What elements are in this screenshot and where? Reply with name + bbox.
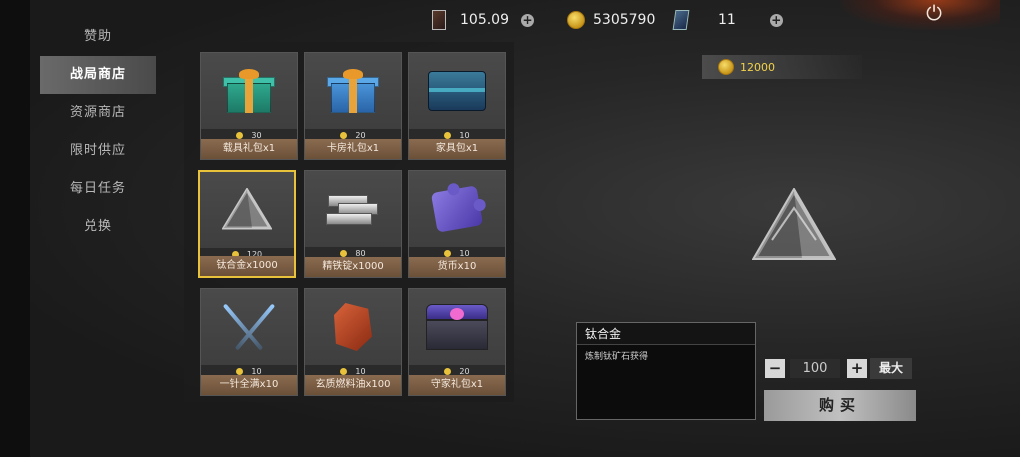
iron-ingot-icon	[324, 191, 382, 227]
left-edge-shadow	[0, 0, 30, 457]
ticket-icon	[672, 10, 690, 30]
shop-item[interactable]: 30 载具礼包x1	[200, 52, 298, 160]
top-right-glow	[840, 0, 1000, 30]
titanium-pyramid-icon	[222, 188, 272, 230]
item-name: 玄质燃料油x100	[305, 375, 401, 395]
decrease-quantity-button[interactable]: −	[765, 359, 785, 378]
sidebar-item-limited-supply[interactable]: 限时供应	[40, 132, 156, 170]
shop-item[interactable]: 20 卡房礼包x1	[304, 52, 402, 160]
card-icon	[432, 10, 446, 30]
shop-item[interactable]: 10 玄质燃料油x100	[304, 288, 402, 396]
increase-quantity-button[interactable]: +	[847, 359, 867, 378]
add-ticket-button[interactable]: +	[769, 13, 783, 27]
fuel-crystal-icon	[334, 303, 372, 351]
syringe-icon	[219, 302, 279, 352]
sidebar-item-battle-shop[interactable]: 战局商店	[40, 56, 156, 94]
max-quantity-button[interactable]: 最大	[870, 358, 912, 379]
coin-icon	[340, 131, 348, 139]
shop-item[interactable]: 10 货币x10	[408, 170, 506, 278]
quantity-field[interactable]: 100	[790, 359, 840, 378]
buy-button[interactable]: 购买	[764, 390, 916, 421]
coin-icon	[444, 131, 452, 139]
total-price-value: 12000	[740, 60, 775, 74]
guard-chest-icon	[426, 304, 488, 350]
sidebar-item-resource-shop[interactable]: 资源商店	[40, 94, 156, 132]
ticket-currency-value: 11	[718, 12, 736, 28]
coin-icon	[567, 11, 585, 29]
power-icon[interactable]: ⏻	[922, 2, 946, 24]
coin-currency: 5305790	[567, 8, 655, 32]
teal-gift-box-icon	[223, 69, 275, 113]
shop-item[interactable]: 10 家具包x1	[408, 52, 506, 160]
item-name: 卡房礼包x1	[305, 139, 401, 159]
coin-currency-value: 5305790	[593, 12, 656, 28]
item-name: 家具包x1	[409, 139, 505, 159]
coin-icon	[444, 367, 452, 375]
coin-icon	[444, 249, 452, 257]
shop-item-selected[interactable]: 120 钛合金x1000	[198, 170, 296, 278]
item-description-panel: 钛合金 炼制钛矿石获得	[576, 322, 756, 420]
coin-icon	[236, 367, 244, 375]
sidebar-item-daily-tasks[interactable]: 每日任务	[40, 170, 156, 208]
coin-icon	[236, 131, 244, 139]
shop-item[interactable]: 20 守家礼包x1	[408, 288, 506, 396]
card-currency-value: 105.09	[460, 12, 509, 28]
total-price: 12000	[702, 55, 862, 79]
sidebar-item-sponsor[interactable]: 赞助	[40, 18, 156, 56]
item-name: 钛合金x1000	[200, 256, 294, 276]
shop-item[interactable]: 10 一针全满x10	[200, 288, 298, 396]
coin-icon	[340, 249, 348, 257]
shop-grid: 30 载具礼包x1 20 卡房礼包x1 10 家具包x1 120 钛合金x100…	[184, 42, 514, 402]
blue-gift-box-icon	[327, 69, 379, 113]
item-name: 货币x10	[409, 257, 505, 277]
item-name: 精铁锭x1000	[305, 257, 401, 277]
coin-icon	[718, 59, 734, 75]
coin-icon	[340, 367, 348, 375]
item-description: 炼制钛矿石获得	[585, 352, 649, 362]
item-name: 守家礼包x1	[409, 375, 505, 395]
card-currency: 105.09 +	[432, 8, 534, 32]
ticket-currency: 11 +	[672, 8, 783, 32]
add-card-button[interactable]: +	[521, 13, 534, 27]
furniture-chest-icon	[428, 71, 486, 111]
item-name: 载具礼包x1	[201, 139, 297, 159]
titanium-pyramid-preview-icon	[752, 188, 836, 260]
sidebar-item-exchange[interactable]: 兑换	[40, 208, 156, 246]
item-title: 钛合金	[577, 323, 755, 345]
shop-item[interactable]: 80 精铁锭x1000	[304, 170, 402, 278]
shop-sidebar: 赞助 战局商店 资源商店 限时供应 每日任务 兑换	[40, 18, 156, 246]
currency-puzzle-icon	[430, 182, 487, 233]
item-name: 一针全满x10	[201, 375, 297, 395]
